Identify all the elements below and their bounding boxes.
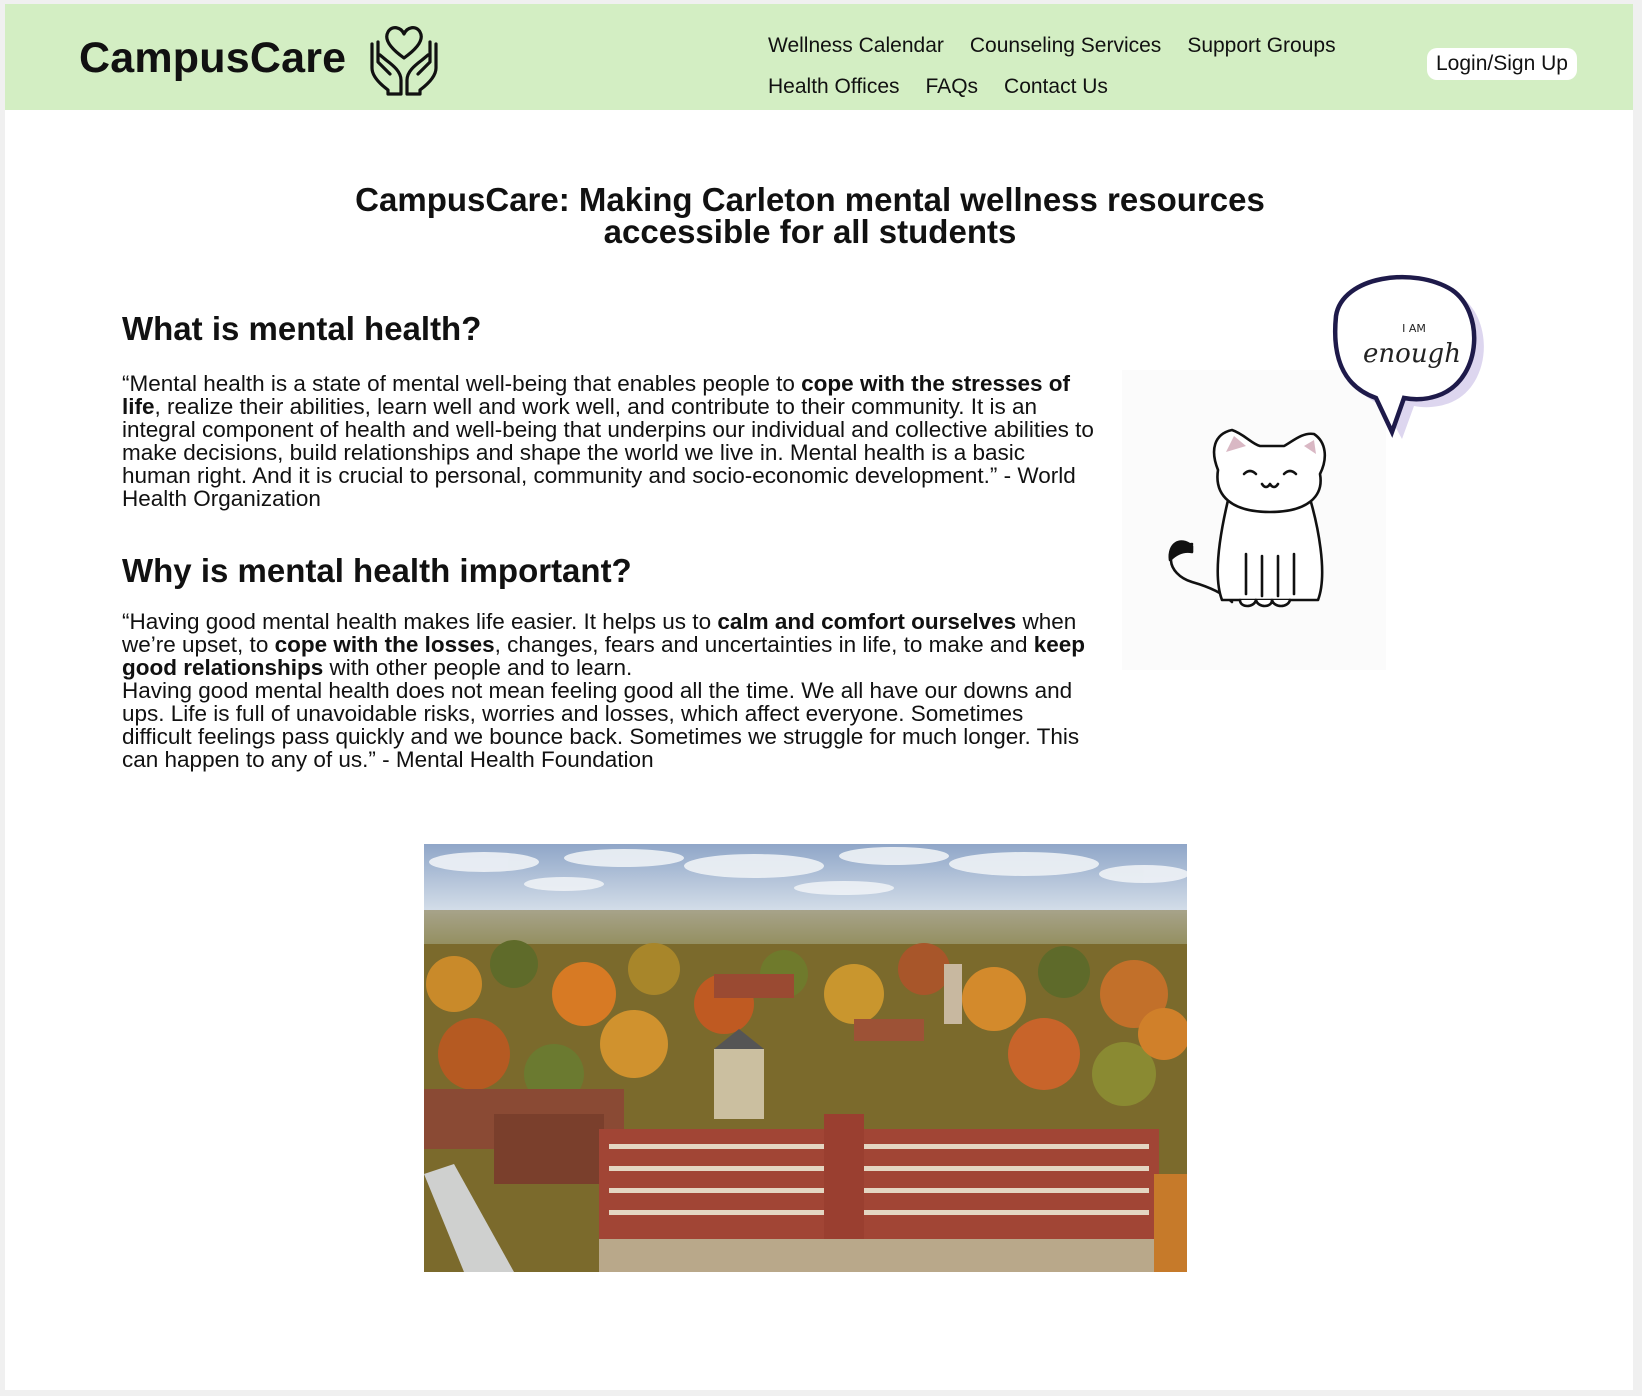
brand-name[interactable]: CampusCare — [79, 34, 346, 83]
what-is-mental-health-section: What is mental health? “Mental health is… — [122, 310, 1097, 510]
quote-text: Having good mental health does not mean … — [122, 678, 1080, 772]
nav-support-groups[interactable]: Support Groups — [1187, 34, 1335, 58]
nav-wellness-calendar[interactable]: Wellness Calendar — [768, 34, 944, 58]
why-mental-health-important-section: Why is mental health important? “Having … — [122, 552, 1097, 771]
section-heading: Why is mental health important? — [122, 552, 632, 589]
nav-health-offices[interactable]: Health Offices — [768, 75, 900, 99]
nav-row-top: Wellness Calendar Counseling Services Supp… — [768, 34, 1362, 58]
bubble-text-script: enough — [1363, 339, 1461, 369]
page-title: CampusCare: Making Carleton mental welln… — [255, 181, 1365, 250]
quote-text: , changes, fears and uncertainties in li… — [494, 632, 1034, 657]
nav-faqs[interactable]: FAQs — [926, 75, 979, 99]
page-title-line-1: CampusCare: Making Carleton mental welln… — [355, 181, 1265, 218]
quote-text: “Mental health is a state of mental well… — [122, 371, 802, 396]
site-header: CampusCare Wellness Calendar Counseling S… — [5, 4, 1633, 110]
quote-emphasis: cope with the losses — [274, 632, 495, 657]
nav-row-bottom: Health Offices FAQs Contact Us — [768, 75, 1134, 99]
page: CampusCare Wellness Calendar Counseling S… — [5, 4, 1633, 1390]
section-heading: What is mental health? — [122, 310, 482, 347]
campus-aerial-photo — [424, 844, 1187, 1272]
mhf-quote: “Having good mental health makes life ea… — [122, 610, 1097, 771]
quote-text: “Having good mental health makes life ea… — [122, 609, 718, 634]
heart-in-hands-icon[interactable] — [368, 22, 440, 96]
quote-text: with other people and to learn. — [323, 655, 633, 680]
page-title-line-2: accessible for all students — [603, 213, 1017, 250]
bubble-text-small: I AM — [1402, 322, 1426, 335]
nav-contact-us[interactable]: Contact Us — [1004, 75, 1108, 99]
who-quote: “Mental health is a state of mental well… — [122, 372, 1097, 510]
nav-counseling-services[interactable]: Counseling Services — [970, 34, 1161, 58]
cat-illustration: I AM enough — [1122, 274, 1484, 670]
quote-text: , realize their abilities, learn well an… — [122, 394, 1094, 511]
login-signup-button[interactable]: Login/Sign Up — [1427, 48, 1577, 80]
quote-emphasis: calm and comfort ourselves — [717, 609, 1017, 634]
